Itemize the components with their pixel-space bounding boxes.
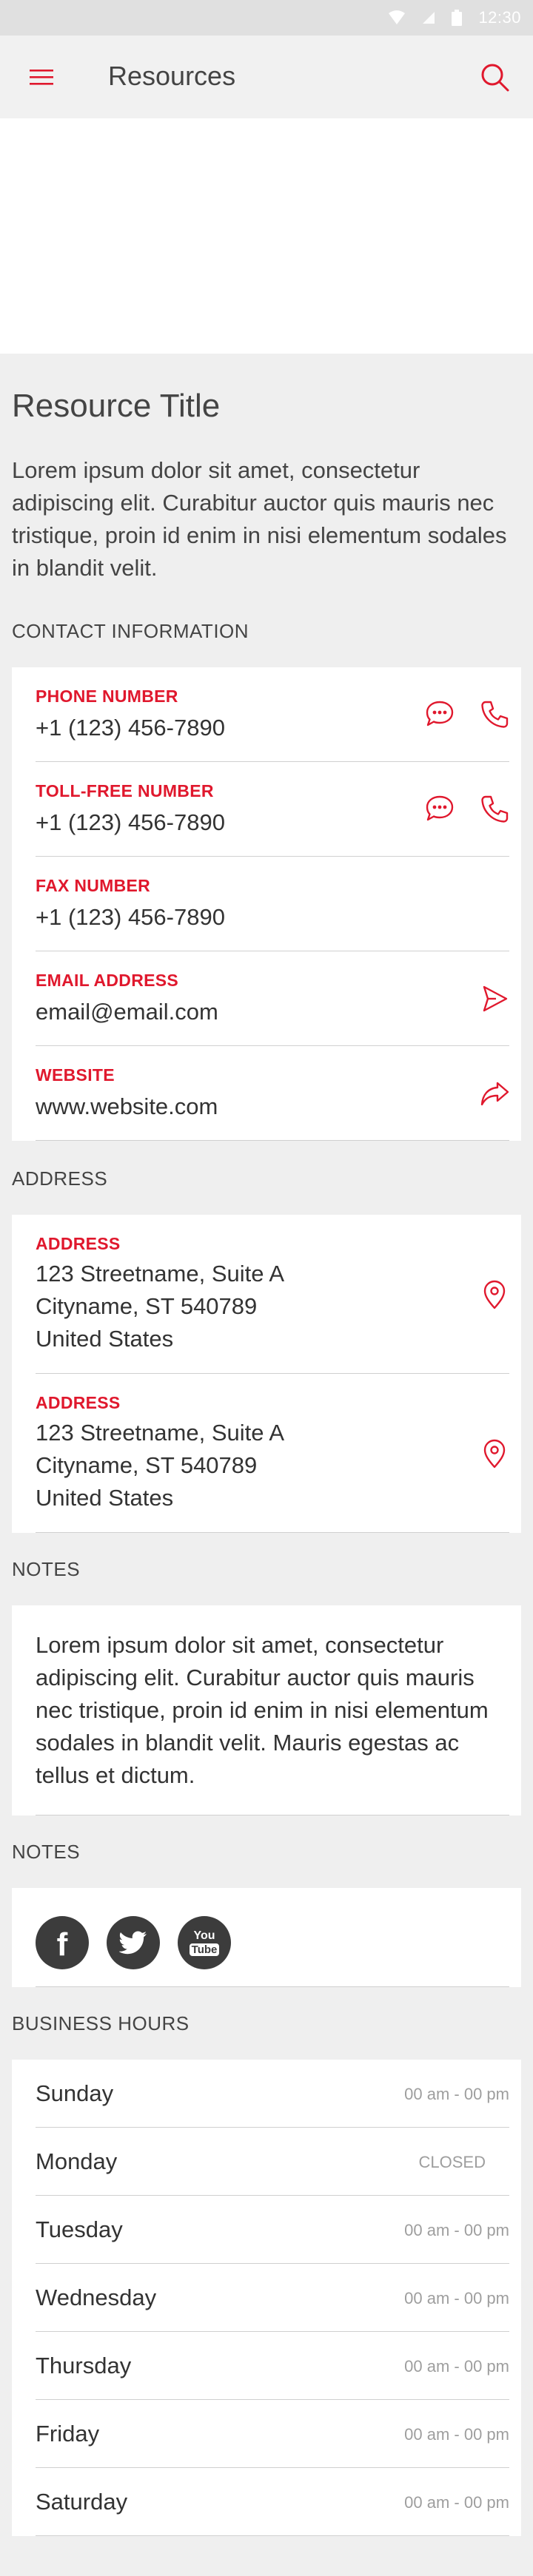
status-bar: 12:30 xyxy=(0,0,533,36)
hours-day: Sunday xyxy=(36,2080,114,2106)
address-map-button[interactable] xyxy=(477,1277,512,1312)
fax-number-label: FAX NUMBER xyxy=(36,876,151,895)
website-value[interactable]: www.website.com xyxy=(36,1093,218,1120)
notes-heading: NOTES xyxy=(12,1558,81,1580)
hours-row-sunday: Sunday 00 am - 00 pm xyxy=(36,2060,509,2128)
hours-row-monday: Monday CLOSED xyxy=(36,2128,509,2196)
website-label: WEBSITE xyxy=(36,1065,115,1085)
toll-free-number-row: TOLL-FREE NUMBER +1 (123) 456-7890 xyxy=(36,762,509,857)
phone-number-value[interactable]: +1 (123) 456-7890 xyxy=(36,715,225,741)
phone-icon xyxy=(481,795,509,823)
youtube-icon-bottom: Tube xyxy=(189,1943,220,1956)
toll-free-number-label: TOLL-FREE NUMBER xyxy=(36,781,214,800)
hours-row-wednesday: Wednesday 00 am - 00 pm xyxy=(36,2264,509,2332)
hours-time: 00 am - 00 pm xyxy=(404,2289,509,2307)
address-label: ADDRESS xyxy=(36,1234,121,1253)
contact-information-heading: CONTACT INFORMATION xyxy=(12,620,249,642)
social-heading: NOTES xyxy=(12,1841,81,1863)
youtube-button[interactable]: You Tube xyxy=(178,1916,231,1969)
status-time: 12:30 xyxy=(478,8,521,27)
toll-free-number-value[interactable]: +1 (123) 456-7890 xyxy=(36,809,225,836)
wifi-icon xyxy=(389,10,406,24)
facebook-button[interactable]: f xyxy=(36,1916,89,1969)
send-icon xyxy=(483,985,508,1012)
address-line-1: 123 Streetname, Suite A xyxy=(36,1261,285,1287)
business-hours-heading: BUSINESS HOURS xyxy=(12,2012,190,2034)
twitter-icon xyxy=(119,1931,147,1955)
app-bar: Resources xyxy=(0,36,533,118)
hours-day: Friday xyxy=(36,2421,100,2447)
website-row: WEBSITE www.website.com xyxy=(36,1046,509,1141)
chat-bubble-icon xyxy=(426,701,454,726)
resource-description: Lorem ipsum dolor sit amet, consectetur … xyxy=(12,457,507,581)
open-website-button[interactable] xyxy=(477,1076,512,1111)
chat-bubble-icon xyxy=(426,795,454,821)
address-line-2: Cityname, ST 540789 xyxy=(36,1452,258,1478)
app-bar-title: Resources xyxy=(108,61,236,91)
fax-number-value: +1 (123) 456-7890 xyxy=(36,904,225,930)
email-address-value[interactable]: email@email.com xyxy=(36,999,218,1025)
share-arrow-icon xyxy=(480,1082,509,1106)
toll-free-message-button[interactable] xyxy=(422,792,457,827)
social-card: f You Tube xyxy=(12,1888,521,1987)
hamburger-menu-icon xyxy=(30,70,53,85)
phone-icon xyxy=(481,701,509,728)
phone-message-button[interactable] xyxy=(422,697,457,732)
youtube-icon-top: You xyxy=(193,1929,215,1942)
address-map-button[interactable] xyxy=(477,1436,512,1471)
hours-time: 00 am - 00 pm xyxy=(404,2493,509,2512)
email-address-row: EMAIL ADDRESS email@email.com xyxy=(36,951,509,1046)
hours-time: CLOSED xyxy=(418,2153,486,2171)
address-heading: ADDRESS xyxy=(12,1167,108,1190)
email-address-label: EMAIL ADDRESS xyxy=(36,971,179,990)
facebook-icon: f xyxy=(56,1926,68,1963)
send-email-button[interactable] xyxy=(477,981,512,1016)
address-value: 123 Streetname, Suite A Cityname, ST 540… xyxy=(36,1258,284,1355)
hero-image xyxy=(0,118,533,354)
menu-button[interactable] xyxy=(27,64,56,90)
address-row: ADDRESS 123 Streetname, Suite A Cityname… xyxy=(36,1215,509,1374)
hours-row-tuesday: Tuesday 00 am - 00 pm xyxy=(36,2196,509,2264)
hours-time: 00 am - 00 pm xyxy=(404,2221,509,2239)
hours-row-saturday: Saturday 00 am - 00 pm xyxy=(36,2468,509,2536)
fax-number-row: FAX NUMBER +1 (123) 456-7890 xyxy=(36,857,509,951)
signal-icon xyxy=(423,12,435,24)
hours-day: Tuesday xyxy=(36,2216,123,2242)
hours-row-friday: Friday 00 am - 00 pm xyxy=(36,2400,509,2468)
address-card: ADDRESS 123 Streetname, Suite A Cityname… xyxy=(12,1215,521,1533)
battery-icon xyxy=(452,10,463,26)
address-label: ADDRESS xyxy=(36,1393,121,1412)
hours-row-thursday: Thursday 00 am - 00 pm xyxy=(36,2332,509,2400)
hours-day: Monday xyxy=(36,2148,118,2174)
toll-free-call-button[interactable] xyxy=(477,792,512,827)
business-hours-card: Sunday 00 am - 00 pm Monday CLOSED Tuesd… xyxy=(12,2060,521,2536)
hours-day: Saturday xyxy=(36,2489,128,2515)
phone-number-label: PHONE NUMBER xyxy=(36,687,178,706)
hours-time: 00 am - 00 pm xyxy=(404,2425,509,2444)
search-button[interactable] xyxy=(477,59,512,95)
hours-day: Thursday xyxy=(36,2353,132,2378)
status-icons: 12:30 xyxy=(388,7,521,28)
address-line-3: United States xyxy=(36,1326,174,1352)
map-pin-icon xyxy=(483,1280,506,1309)
map-pin-icon xyxy=(483,1439,506,1469)
hours-day: Wednesday xyxy=(36,2285,157,2310)
notes-card: Lorem ipsum dolor sit amet, consectetur … xyxy=(12,1605,521,1815)
search-icon xyxy=(481,64,509,92)
address-line-2: Cityname, ST 540789 xyxy=(36,1293,258,1319)
address-line-1: 123 Streetname, Suite A xyxy=(36,1420,285,1446)
resource-title: Resource Title xyxy=(12,388,221,424)
phone-number-row: PHONE NUMBER +1 (123) 456-7890 xyxy=(36,667,509,762)
hours-time: 00 am - 00 pm xyxy=(404,2085,509,2103)
hours-time: 00 am - 00 pm xyxy=(404,2357,509,2376)
address-row: ADDRESS 123 Streetname, Suite A Cityname… xyxy=(36,1374,509,1533)
phone-call-button[interactable] xyxy=(477,697,512,732)
address-line-3: United States xyxy=(36,1485,174,1511)
notes-text: Lorem ipsum dolor sit amet, consectetur … xyxy=(36,1632,489,1788)
social-divider xyxy=(36,1986,509,1987)
contact-information-card: PHONE NUMBER +1 (123) 456-7890 TOLL-FREE… xyxy=(12,667,521,1141)
twitter-button[interactable] xyxy=(107,1916,160,1969)
address-value: 123 Streetname, Suite A Cityname, ST 540… xyxy=(36,1417,284,1514)
